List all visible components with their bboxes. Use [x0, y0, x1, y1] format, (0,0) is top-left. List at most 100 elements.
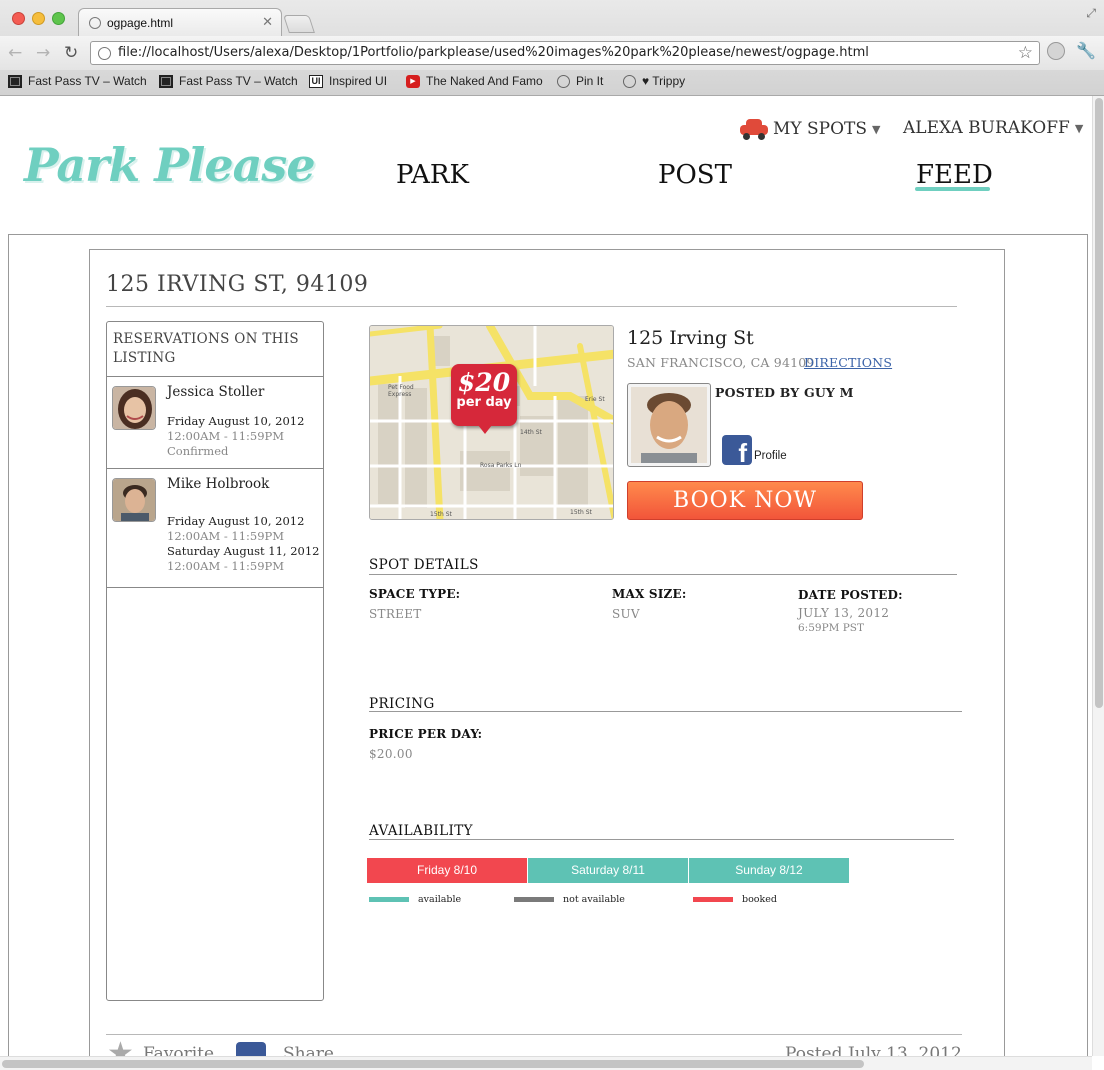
legend-not-available: not available [514, 894, 625, 905]
vertical-scrollbar[interactable] [1092, 96, 1104, 1056]
directions-link[interactable]: DIRECTIONS [804, 355, 892, 370]
divider [106, 306, 957, 307]
spot-details-heading: SPOT DETAILS [369, 557, 479, 573]
max-size-value: SUV [612, 607, 640, 621]
svg-text:15th St: 15th St [570, 509, 593, 516]
date-posted-value: JULY 13, 2012 [798, 606, 890, 620]
page-title: 125 IRVING ST, 94109 [106, 272, 369, 297]
caret-down-icon: ▼ [872, 122, 881, 136]
reload-icon[interactable]: ↻ [64, 43, 78, 63]
avatar [112, 478, 156, 522]
avatar [112, 386, 156, 430]
reservation-dates: Friday August 10, 2012 12:00AM - 11:59PM… [167, 414, 305, 458]
available-swatch [369, 897, 409, 902]
date-posted-label: DATE POSTED: [798, 588, 903, 602]
price-per-day-value: $20.00 [369, 747, 413, 761]
wrench-icon[interactable]: 🔧 [1076, 41, 1096, 60]
caret-down-icon: ▼ [1074, 121, 1084, 135]
bookmark-item[interactable]: Fast Pass TV – Watch [8, 74, 147, 88]
divider [106, 1034, 962, 1035]
my-spots-menu[interactable]: MY SPOTS ▼ [740, 118, 881, 140]
page-info-icon [98, 47, 111, 60]
browser-tab[interactable]: ogpage.html ✕ [78, 8, 282, 36]
extension-icon[interactable] [1047, 42, 1065, 60]
reservations-heading: RESERVATIONS ON THIS LISTING [107, 322, 323, 377]
bookmark-star-icon[interactable]: ☆ [1018, 43, 1033, 63]
window-zoom-button[interactable] [52, 12, 65, 25]
tv-icon [159, 74, 173, 88]
availability-heading: AVAILABILITY [369, 823, 473, 839]
reservation-item[interactable]: Mike Holbrook Friday August 10, 2012 12:… [107, 469, 323, 588]
divider [369, 574, 957, 575]
new-tab-button[interactable] [283, 15, 315, 33]
profile-link[interactable]: Profile [754, 450, 787, 462]
youtube-icon: ▶ [406, 74, 420, 88]
svg-text:Express: Express [388, 391, 411, 398]
day-saturday[interactable]: Saturday 8/11 [528, 858, 689, 883]
horizontal-scrollbar[interactable] [0, 1056, 1092, 1070]
window-minimize-button[interactable] [32, 12, 45, 25]
reservation-dates: Friday August 10, 2012 12:00AM - 11:59PM… [167, 514, 320, 573]
posted-by: POSTED BY GUY M [715, 385, 854, 400]
active-nav-indicator [915, 187, 990, 191]
nav-post[interactable]: POST [658, 160, 732, 190]
reservation-item[interactable]: Jessica Stoller Friday August 10, 2012 1… [107, 377, 323, 469]
tv-icon [8, 74, 22, 88]
back-arrow-icon[interactable]: ← [8, 43, 22, 63]
bookmark-item[interactable]: Pin It [557, 74, 603, 88]
bookmark-item[interactable]: UI Inspired UI [309, 74, 387, 88]
user-name: ALEXA BURAKOFF [903, 118, 1070, 138]
time-posted-value: 6:59PM PST [798, 622, 864, 634]
space-type-value: STREET [369, 607, 422, 621]
poster-avatar[interactable] [627, 383, 711, 467]
my-spots-label: MY SPOTS [773, 119, 868, 139]
park-please-logo[interactable]: Park Please [24, 138, 316, 192]
bookmark-item[interactable]: ▶ The Naked And Famo [406, 74, 543, 88]
availability-calendar: Friday 8/10 Saturday 8/11 Sunday 8/12 [367, 858, 850, 883]
map-price-marker[interactable]: $20 per day [451, 364, 517, 434]
scroll-thumb[interactable] [2, 1060, 864, 1068]
user-menu[interactable]: ALEXA BURAKOFF ▼ [903, 118, 1083, 138]
forward-arrow-icon[interactable]: → [36, 43, 50, 63]
pricing-heading: PRICING [369, 696, 435, 712]
listing-street: 125 Irving St [627, 327, 754, 349]
tab-title: ogpage.html [107, 16, 174, 30]
bookmark-item[interactable]: Fast Pass TV – Watch [159, 74, 298, 88]
browser-chrome: ogpage.html ✕ ⤢ ← → ↻ file://localhost/U… [0, 0, 1104, 96]
globe-icon [623, 74, 636, 88]
reservation-name: Jessica Stoller [167, 384, 265, 400]
scroll-thumb[interactable] [1095, 98, 1103, 708]
svg-text:Rosa Parks Ln: Rosa Parks Ln [480, 462, 522, 469]
bookmarks-bar: Fast Pass TV – Watch Fast Pass TV – Watc… [0, 70, 1104, 96]
browser-toolbar: ← → ↻ file://localhost/Users/alexa/Deskt… [0, 36, 1104, 70]
svg-text:15th St: 15th St [430, 511, 453, 518]
listing-city: SAN FRANCISCO, CA 94109 [627, 355, 815, 370]
url-text: file://localhost/Users/alexa/Desktop/1Po… [118, 45, 869, 60]
page-globe-icon [89, 17, 101, 29]
car-icon [740, 118, 768, 140]
booked-swatch [693, 897, 733, 902]
bookmark-item[interactable]: ♥ Trippy [623, 74, 685, 88]
day-friday[interactable]: Friday 8/10 [367, 858, 528, 883]
price-per-day-label: PRICE PER DAY: [369, 727, 483, 741]
tab-close-icon[interactable]: ✕ [262, 14, 273, 30]
reservation-name: Mike Holbrook [167, 476, 270, 492]
not-available-swatch [514, 897, 554, 902]
facebook-icon[interactable]: f [722, 435, 752, 465]
svg-text:Pet Food: Pet Food [388, 384, 414, 391]
space-type-label: SPACE TYPE: [369, 587, 461, 601]
svg-text:14th St: 14th St [520, 429, 543, 436]
globe-icon [557, 74, 570, 88]
address-bar[interactable]: file://localhost/Users/alexa/Desktop/1Po… [90, 41, 1040, 65]
ui-icon: UI [309, 74, 323, 88]
day-sunday[interactable]: Sunday 8/12 [689, 858, 850, 883]
legend-available: available [369, 894, 461, 905]
fullscreen-icon[interactable]: ⤢ [1086, 6, 1096, 21]
nav-feed[interactable]: FEED [916, 160, 993, 190]
reservation-status: Confirmed [167, 444, 229, 458]
max-size-label: MAX SIZE: [612, 587, 687, 601]
book-now-button[interactable]: BOOK NOW [627, 481, 863, 520]
reservations-panel: RESERVATIONS ON THIS LISTING Jessica Sto… [106, 321, 324, 1001]
nav-park[interactable]: PARK [396, 160, 469, 190]
window-close-button[interactable] [12, 12, 25, 25]
